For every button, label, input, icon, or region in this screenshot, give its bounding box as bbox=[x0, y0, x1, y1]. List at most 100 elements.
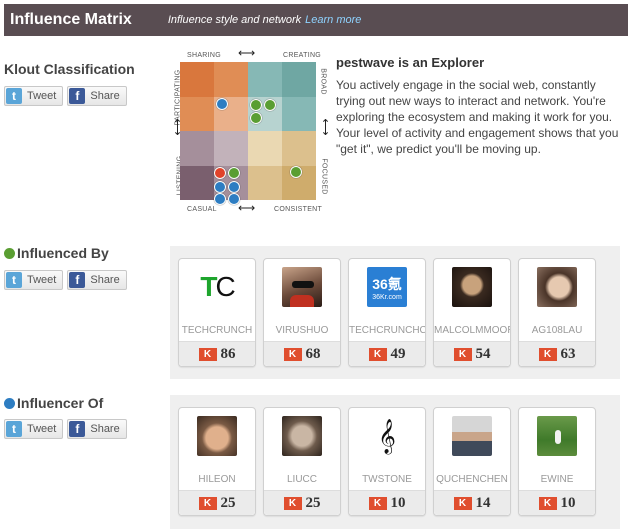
klout-icon: K bbox=[368, 347, 387, 361]
vertical-arrow-icon: ⟷ bbox=[170, 118, 185, 136]
person-card[interactable]: 36氪 36Kr.com TECHCRUNCHC K 49 bbox=[348, 258, 426, 367]
klout-score: 10 bbox=[390, 494, 406, 511]
person-name: EWINE bbox=[540, 474, 574, 485]
avatar-subtext: 36Kr.com bbox=[372, 293, 402, 301]
influence-matrix: SHARING ⟷ CREATING PARTICIPATING LISTENI… bbox=[170, 46, 333, 216]
horizontal-arrow-icon: ⟷ bbox=[238, 46, 256, 60]
klout-score: 54 bbox=[475, 345, 491, 362]
person-card[interactable]: HILEON K 25 bbox=[178, 407, 256, 516]
klout-score: 86 bbox=[220, 345, 236, 362]
facebook-icon: f bbox=[69, 88, 86, 104]
score-bar: K 10 bbox=[519, 490, 595, 515]
klout-icon: K bbox=[283, 347, 302, 361]
klout-score: 49 bbox=[390, 345, 406, 362]
klout-icon: K bbox=[283, 496, 302, 510]
classification-title: pestwave is an Explorer bbox=[336, 55, 485, 70]
score-bar: K 25 bbox=[264, 490, 340, 515]
person-name: AG108LAU bbox=[531, 325, 583, 336]
matrix-label-focused: FOCUSED bbox=[320, 158, 328, 195]
matrix-pin bbox=[214, 167, 226, 179]
share-button[interactable]: f Share bbox=[67, 86, 127, 106]
person-card[interactable]: AG108LAU K 63 bbox=[518, 258, 596, 367]
avatar bbox=[197, 416, 237, 456]
matrix-label-creating: CREATING bbox=[283, 52, 322, 59]
klout-icon: K bbox=[198, 496, 217, 510]
influencer-of-panel: HILEON K 25 LIUCC K 25 𝄞 TWSTONE K 10 QUCHE… bbox=[170, 395, 620, 529]
klout-icon: K bbox=[453, 496, 472, 510]
avatar: 36氪 36Kr.com bbox=[367, 267, 407, 307]
matrix-pin bbox=[228, 181, 240, 193]
avatar-text: 36氪 bbox=[372, 275, 402, 292]
person-card[interactable]: 𝄞 TWSTONE K 10 bbox=[348, 407, 426, 516]
share-button[interactable]: f Share bbox=[67, 270, 127, 290]
klout-icon: K bbox=[198, 347, 217, 361]
influencer-of-share-row: t Tweet f Share bbox=[4, 419, 127, 439]
person-card[interactable]: QUCHENCHEN K 14 bbox=[433, 407, 511, 516]
score-bar: K 10 bbox=[349, 490, 425, 515]
klout-score: 10 bbox=[560, 494, 576, 511]
tweet-label: Tweet bbox=[27, 423, 57, 435]
tweet-button[interactable]: t Tweet bbox=[4, 86, 64, 106]
header-subtitle: Influence style and network bbox=[167, 14, 302, 26]
matrix-pin bbox=[250, 99, 262, 111]
klout-icon: K bbox=[538, 496, 557, 510]
twitter-icon: t bbox=[6, 421, 22, 437]
share-label: Share bbox=[90, 274, 120, 286]
person-name: TECHCRUNCHC bbox=[349, 325, 425, 336]
klout-score: 14 bbox=[475, 494, 491, 511]
klout-icon: K bbox=[368, 496, 387, 510]
avatar bbox=[452, 267, 492, 307]
influencer-of-title: Influencer Of bbox=[4, 395, 103, 411]
influencer-of-label: Influencer Of bbox=[17, 395, 104, 411]
person-name: HILEON bbox=[198, 474, 236, 485]
person-name: VIRUSHUO bbox=[275, 325, 329, 336]
avatar bbox=[537, 416, 577, 456]
influenced-by-share-row: t Tweet f Share bbox=[4, 270, 127, 290]
person-name: MALCOLMMOOR bbox=[434, 325, 510, 336]
person-card[interactable]: EWINE K 10 bbox=[518, 407, 596, 516]
score-bar: K 54 bbox=[434, 341, 510, 366]
matrix-grid bbox=[180, 62, 316, 205]
matrix-label-consistent: CONSISTENT bbox=[274, 206, 323, 213]
matrix-pin bbox=[264, 99, 276, 111]
facebook-icon: f bbox=[69, 272, 86, 288]
klout-score: 63 bbox=[560, 345, 576, 362]
person-name: LIUCC bbox=[286, 474, 317, 485]
person-name: QUCHENCHEN bbox=[436, 474, 508, 485]
avatar bbox=[282, 267, 322, 307]
influenced-by-label: Influenced By bbox=[17, 245, 109, 261]
influenced-by-title: Influenced By bbox=[4, 245, 109, 261]
person-card[interactable]: TC TECHCRUNCH K 86 bbox=[178, 258, 256, 367]
klout-icon: K bbox=[453, 347, 472, 361]
matrix-pin bbox=[214, 181, 226, 193]
vertical-arrow-icon: ⟷ bbox=[318, 118, 333, 136]
learn-more-link[interactable]: Learn more bbox=[305, 14, 361, 26]
klout-score: 25 bbox=[220, 494, 236, 511]
tweet-button[interactable]: t Tweet bbox=[4, 270, 64, 290]
avatar bbox=[452, 416, 492, 456]
person-card[interactable]: LIUCC K 25 bbox=[263, 407, 341, 516]
matrix-label-broad: BROAD bbox=[319, 68, 327, 95]
matrix-pin bbox=[214, 193, 226, 205]
klout-score: 25 bbox=[305, 494, 321, 511]
tweet-button[interactable]: t Tweet bbox=[4, 419, 64, 439]
person-name: TECHCRUNCH bbox=[181, 325, 253, 336]
person-name: TWSTONE bbox=[362, 474, 412, 485]
score-bar: K 14 bbox=[434, 490, 510, 515]
header-bar: Influence Matrix Influence style and net… bbox=[4, 4, 628, 36]
tweet-label: Tweet bbox=[27, 90, 57, 102]
matrix-pin bbox=[250, 112, 262, 124]
person-card[interactable]: MALCOLMMOOR K 54 bbox=[433, 258, 511, 367]
person-card[interactable]: VIRUSHUO K 68 bbox=[263, 258, 341, 367]
share-button[interactable]: f Share bbox=[67, 419, 127, 439]
score-bar: K 63 bbox=[519, 341, 595, 366]
klout-score: 68 bbox=[305, 345, 321, 362]
twitter-icon: t bbox=[6, 88, 22, 104]
share-label: Share bbox=[90, 90, 120, 102]
matrix-pin bbox=[228, 167, 240, 179]
avatar-text: 𝄞 bbox=[378, 418, 396, 454]
score-bar: K 49 bbox=[349, 341, 425, 366]
influenced-by-panel: TC TECHCRUNCH K 86 VIRUSHUO K 68 36氪 36Kr.… bbox=[170, 246, 620, 379]
tweet-label: Tweet bbox=[27, 274, 57, 286]
horizontal-arrow-icon: ⟷ bbox=[238, 201, 256, 215]
